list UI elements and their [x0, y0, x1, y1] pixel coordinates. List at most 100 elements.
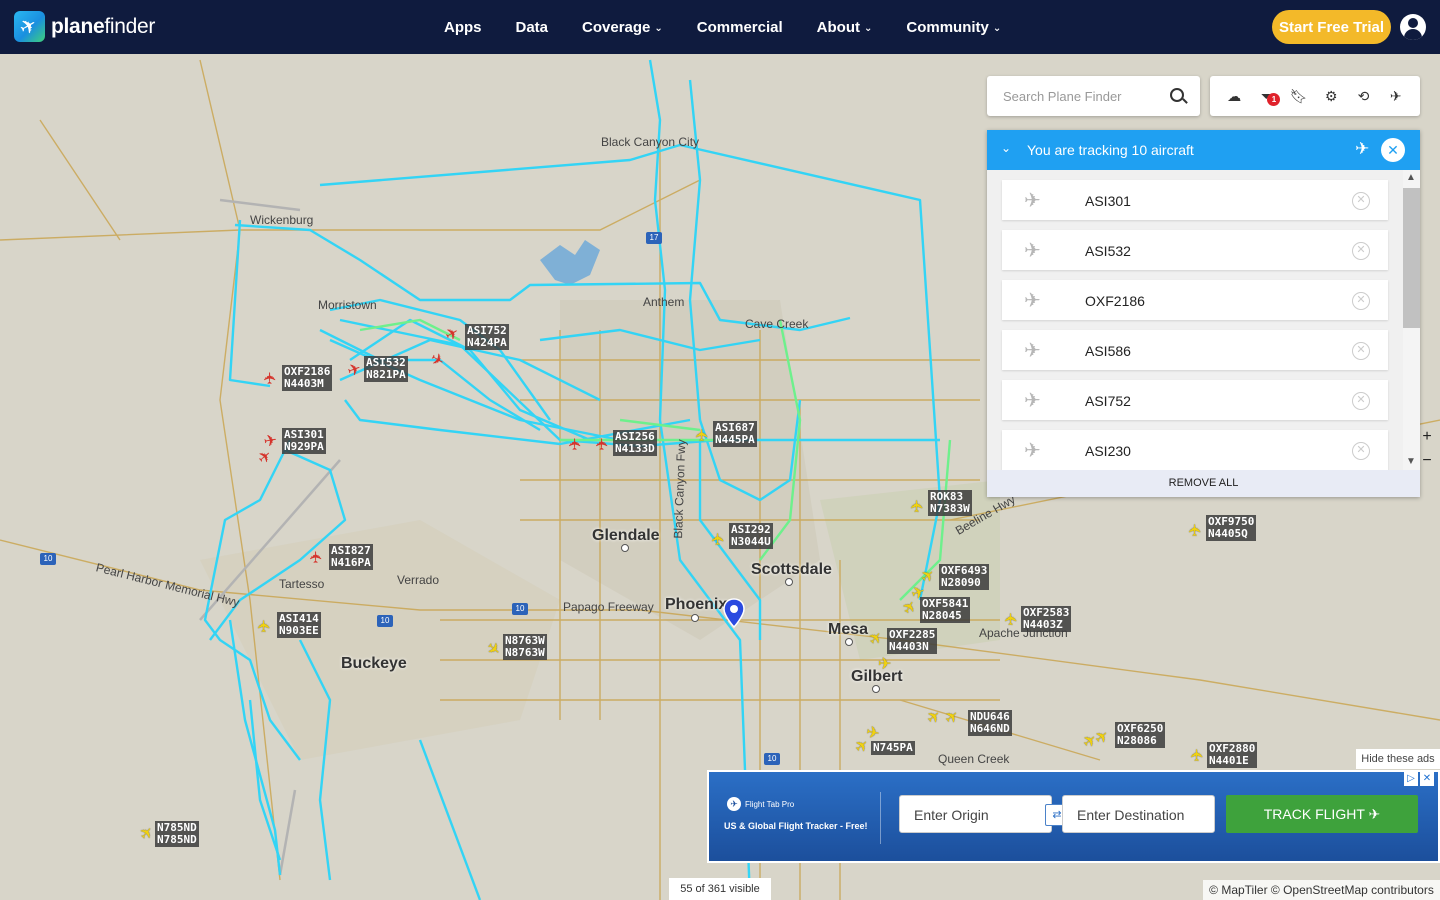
tracked-aircraft-row[interactable]: ✈ ASI230 ✕	[1002, 430, 1388, 470]
aircraft-label[interactable]: NDU646 N646ND	[968, 710, 1012, 736]
ad-controls: ▷ ✕	[1404, 772, 1436, 788]
city-label: Gilbert	[851, 668, 903, 685]
search-icon[interactable]	[1170, 88, 1184, 102]
aircraft-icon: ✈	[1355, 139, 1370, 158]
history-icon[interactable]: ⟲	[1352, 85, 1374, 107]
location-pin-icon[interactable]	[723, 598, 745, 628]
settings-icon[interactable]: ⚙	[1320, 85, 1342, 107]
aircraft-registration: N7383W	[930, 502, 970, 515]
aircraft-icon: ✈	[1024, 290, 1041, 312]
aircraft-label[interactable]: OXF2285 N4403N	[887, 628, 938, 654]
place-label: Black Canyon City	[601, 135, 700, 149]
aircraft-label[interactable]: ASI827 N416PA	[329, 544, 373, 570]
nav-about-label: About	[816, 18, 860, 36]
tracked-aircraft-row[interactable]: ✈ ASI301 ✕	[1002, 180, 1388, 220]
aircraft-label[interactable]: ASI687 N445PA	[713, 421, 757, 447]
aircraft-label[interactable]: N745PA	[871, 741, 915, 755]
filter-icon[interactable]: ⏷ 1	[1255, 85, 1281, 107]
tracked-aircraft-row[interactable]: ✈ ASI752 ✕	[1002, 380, 1388, 420]
bookmark-icon[interactable]: 🔖︎	[1288, 85, 1310, 107]
aircraft-icon: ✈	[1024, 190, 1041, 212]
highway-shield: 10	[377, 615, 393, 627]
nav-coverage[interactable]: Coverage ⌄	[582, 19, 663, 36]
remove-aircraft-button[interactable]: ✕	[1352, 392, 1370, 410]
scroll-down-icon[interactable]: ▼	[1406, 456, 1416, 467]
aircraft-label[interactable]: OXF2186 N4403M	[282, 365, 333, 391]
aircraft-label[interactable]: OXF5841 N28045	[920, 597, 971, 623]
aircraft-registration: N8763W	[505, 646, 545, 659]
start-free-trial-button[interactable]: Start Free Trial	[1272, 10, 1391, 44]
zoom-in-button[interactable]: +	[1418, 428, 1436, 446]
aircraft-yellow-icon[interactable]: ✈	[878, 657, 891, 673]
map-attribution[interactable]: © MapTiler © OpenStreetMap contributors	[1203, 880, 1440, 900]
search-input[interactable]	[1001, 87, 1165, 105]
aircraft-label[interactable]: ASI414 N903EE	[277, 612, 321, 638]
aircraft-label[interactable]: ASI292 N3044U	[729, 523, 773, 549]
aircraft-label[interactable]: ASI752 N424PA	[465, 324, 509, 350]
aircraft-registration: N424PA	[467, 336, 507, 349]
aircraft-registration: N785ND	[157, 833, 197, 846]
aircraft-label[interactable]: ASI256 N4133D	[613, 430, 657, 456]
remove-all-button[interactable]: REMOVE ALL	[987, 470, 1420, 497]
planefinder-logo[interactable]: planefinder	[14, 11, 155, 42]
aircraft-red-icon[interactable]: ✈	[595, 437, 612, 450]
nav-community[interactable]: Community ⌄	[906, 19, 1001, 36]
nav-commercial[interactable]: Commercial	[697, 19, 783, 36]
map-toolbar: ☁ ⏷ 1 🔖︎ ⚙ ⟲ ✈	[1210, 76, 1420, 116]
aircraft-label[interactable]: N8763W N8763W	[503, 634, 547, 660]
tracked-aircraft-row[interactable]: ✈ ASI532 ✕	[1002, 230, 1388, 270]
aircraft-yellow-icon[interactable]: ✈	[695, 428, 712, 441]
scroll-up-icon[interactable]: ▲	[1406, 172, 1416, 183]
nav-about[interactable]: About ⌄	[817, 19, 873, 36]
remove-aircraft-button[interactable]: ✕	[1352, 442, 1370, 460]
ad-info-icon[interactable]: ▷	[1404, 772, 1418, 786]
chevron-down-icon[interactable]: ⌄	[1001, 141, 1011, 155]
aircraft-yellow-icon[interactable]: ✈	[1004, 612, 1021, 625]
aircraft-label[interactable]: OXF9750 N4405Q	[1206, 515, 1257, 541]
user-account-icon[interactable]	[1400, 14, 1426, 40]
aircraft-label[interactable]: ROK83 N7383W	[928, 490, 972, 516]
nav-data[interactable]: Data	[516, 19, 549, 36]
highway-shield: 17	[646, 232, 662, 244]
city-marker	[621, 544, 629, 552]
filter-count-badge: 1	[1267, 93, 1281, 106]
aircraft-settings-icon[interactable]: ✈	[1385, 85, 1407, 107]
ad-destination-input[interactable]: Enter Destination	[1062, 795, 1215, 833]
aircraft-registration: N646ND	[970, 722, 1010, 735]
aircraft-label[interactable]: OXF6250 N28086	[1115, 722, 1166, 748]
nav-data-label: Data	[515, 18, 549, 36]
aircraft-label[interactable]: ASI532 N821PA	[364, 356, 408, 382]
remove-aircraft-button[interactable]: ✕	[1352, 292, 1370, 310]
aircraft-yellow-icon[interactable]: ✈	[1188, 523, 1205, 536]
track-flight-button[interactable]: TRACK FLIGHT ✈	[1226, 795, 1418, 833]
nav-apps[interactable]: Apps	[444, 19, 482, 36]
aircraft-label[interactable]: OXF6493 N28090	[939, 564, 990, 590]
aircraft-label[interactable]: N785ND N785ND	[155, 821, 199, 847]
aircraft-label[interactable]: OXF2880 N4401E	[1207, 742, 1258, 768]
city-marker	[691, 614, 699, 622]
aircraft-label[interactable]: OXF2583 N4403Z	[1021, 606, 1072, 632]
tracking-panel-header[interactable]: ⌄ You are tracking 10 aircraft ✈ ✕	[987, 130, 1420, 170]
tracked-aircraft-row[interactable]: ✈ ASI586 ✕	[1002, 330, 1388, 370]
remove-aircraft-button[interactable]: ✕	[1352, 192, 1370, 210]
ad-origin-input[interactable]: Enter Origin	[899, 795, 1052, 833]
aircraft-registration: N28090	[941, 576, 981, 589]
ad-close-icon[interactable]: ✕	[1420, 772, 1434, 786]
aircraft-yellow-icon[interactable]: ✈	[257, 619, 274, 632]
aircraft-yellow-icon[interactable]: ✈	[711, 532, 728, 545]
tracked-aircraft-row[interactable]: ✈ OXF2186 ✕	[1002, 280, 1388, 320]
cloud-icon[interactable]: ☁	[1223, 85, 1245, 107]
remove-aircraft-button[interactable]: ✕	[1352, 242, 1370, 260]
remove-aircraft-button[interactable]: ✕	[1352, 342, 1370, 360]
aircraft-red-icon[interactable]: ✈	[309, 550, 326, 563]
aircraft-red-icon[interactable]: ✈	[263, 371, 280, 384]
aircraft-label[interactable]: ASI301 N929PA	[282, 428, 326, 454]
aircraft-red-icon[interactable]: ✈	[568, 437, 585, 450]
scrollbar-thumb[interactable]	[1403, 188, 1420, 328]
close-panel-button[interactable]: ✕	[1381, 138, 1405, 162]
aircraft-yellow-icon[interactable]: ✈	[910, 499, 927, 512]
hide-ads-link[interactable]: Hide these ads	[1356, 749, 1440, 769]
logo-text-bold: plane	[51, 14, 105, 38]
zoom-out-button[interactable]: −	[1418, 452, 1436, 470]
aircraft-yellow-icon[interactable]: ✈	[1190, 748, 1207, 761]
